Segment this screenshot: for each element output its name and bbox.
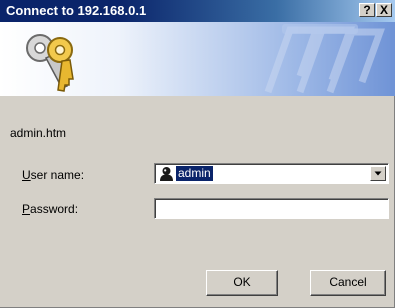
banner [0, 22, 395, 96]
password-field[interactable] [154, 198, 389, 219]
help-button[interactable]: ? [359, 3, 375, 17]
password-label-accelerator: P [22, 202, 31, 216]
ok-button[interactable]: OK [206, 270, 278, 296]
username-label: User name: [22, 168, 84, 182]
user-icon [160, 167, 173, 181]
dropdown-button[interactable] [370, 166, 386, 181]
title-bar[interactable]: Connect to 192.168.0.1 ? X [0, 0, 395, 22]
cancel-button[interactable]: Cancel [310, 270, 386, 296]
close-button[interactable]: X [376, 3, 392, 17]
username-value[interactable]: admin [176, 166, 213, 181]
window-title: Connect to 192.168.0.1 [6, 3, 147, 18]
site-label: admin.htm [10, 126, 67, 140]
password-label: Password: [22, 202, 78, 216]
keys-icon [26, 34, 74, 92]
username-label-text: ser name: [30, 168, 85, 182]
password-label-text: assword: [30, 202, 79, 216]
chevron-down-icon [374, 171, 382, 176]
username-label-accelerator: U [22, 168, 31, 182]
login-dialog: Connect to 192.168.0.1 ? X admin.htm Use… [0, 0, 395, 308]
username-combobox[interactable]: admin [154, 163, 389, 184]
